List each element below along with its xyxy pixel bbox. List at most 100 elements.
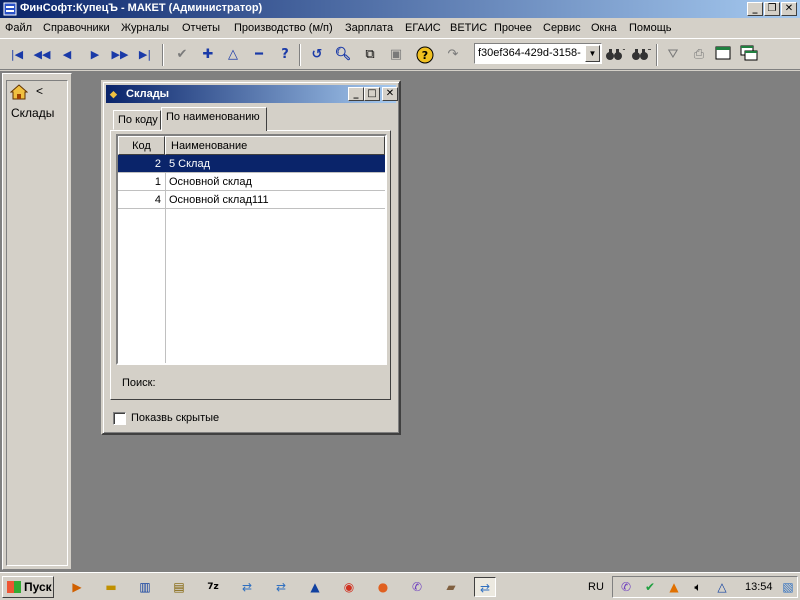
table-row[interactable]: 2 5 Склад: [118, 155, 385, 173]
chrome-icon[interactable]: ◉: [338, 577, 360, 597]
window-title: ФинСофт:КупецЪ - МАКЕТ (Администратор): [20, 2, 263, 14]
menu-references[interactable]: Справочники: [43, 22, 110, 34]
dialog-minimize-button[interactable]: _: [348, 87, 364, 101]
plus-icon[interactable]: ✚: [197, 45, 219, 65]
close-button[interactable]: ✕: [781, 2, 797, 16]
row-code: 2: [154, 158, 161, 170]
firefox-icon[interactable]: ●: [372, 577, 394, 597]
show-hidden-checkbox[interactable]: [113, 412, 126, 425]
redo-icon[interactable]: ↷: [442, 45, 464, 65]
menu-help[interactable]: Помощь: [629, 22, 672, 34]
menu-file[interactable]: Файл: [5, 22, 32, 34]
menu-other[interactable]: Прочее: [494, 22, 532, 34]
volume-icon[interactable]: 🔈︎: [687, 577, 709, 597]
svg-text:−: −: [647, 45, 651, 54]
left-panel-label[interactable]: Склады: [11, 106, 54, 120]
print-icon[interactable]: ⎙: [688, 45, 710, 65]
menu-production[interactable]: Производство (м/п): [234, 22, 333, 34]
windows-flag-icon: [7, 581, 21, 593]
dialog-close-button[interactable]: ✕: [382, 87, 398, 101]
svg-text:?: ?: [422, 49, 428, 62]
question-icon[interactable]: ?: [274, 45, 296, 65]
row-name: Основной склад111: [169, 194, 269, 206]
menu-journals[interactable]: Журналы: [121, 22, 169, 34]
title-bar: ФинСофт:КупецЪ - МАКЕТ (Администратор) _…: [0, 0, 800, 18]
window-icon[interactable]: [712, 45, 734, 65]
toolbar-separator: [162, 44, 164, 66]
next-page-icon[interactable]: ▶▶: [109, 45, 131, 65]
dialog-maximize-button[interactable]: □: [364, 87, 380, 101]
start-button[interactable]: Пуск: [2, 576, 54, 598]
dialog-icon: ◆: [110, 89, 117, 99]
next-icon[interactable]: ▶: [84, 45, 106, 65]
left-panel-inner: [6, 80, 68, 566]
grid-header: Код Наименование: [118, 136, 385, 155]
record-id-value: f30ef364-429d-3158-: [478, 47, 581, 59]
menu-windows[interactable]: Окна: [591, 22, 617, 34]
menu-egais[interactable]: ЕГАИС: [405, 22, 441, 34]
warehouses-grid[interactable]: Код Наименование 2 5 Склад 1 Основной ск…: [116, 134, 387, 365]
prev-page-icon[interactable]: ◀◀: [31, 45, 53, 65]
check-icon[interactable]: ✔: [171, 45, 193, 65]
dialog-title-bar: ◆ Склады _ □ ✕: [106, 85, 398, 103]
folder-icon[interactable]: ▬: [100, 577, 122, 597]
left-panel: < Склады: [2, 73, 72, 570]
menu-salary[interactable]: Зарплата: [345, 22, 393, 34]
media-player-icon[interactable]: ▶: [66, 577, 88, 597]
chevron-down-icon[interactable]: ▼: [585, 45, 600, 62]
tray-network-icon[interactable]: △: [711, 577, 733, 597]
paste-icon[interactable]: ▣: [385, 45, 407, 65]
security-tray-icon[interactable]: ✔: [639, 577, 661, 597]
book-icon[interactable]: ▥: [134, 577, 156, 597]
show-desktop-icon[interactable]: ▧: [777, 577, 799, 597]
mountain-icon[interactable]: ▲: [304, 577, 326, 597]
search-icon[interactable]: 🔍︎: [332, 45, 354, 65]
row-name: 5 Склад: [169, 158, 211, 170]
binoculars-remove-icon[interactable]: −: [630, 45, 654, 65]
viber-tray-icon[interactable]: ✆: [615, 577, 637, 597]
tray-app-icon[interactable]: ▲: [663, 577, 685, 597]
menu-bar: Файл Справочники Журналы Отчеты Производ…: [0, 18, 800, 38]
refresh-icon[interactable]: ↺: [306, 45, 328, 65]
finsoft-task-icon[interactable]: ⇄: [474, 577, 496, 597]
dialog-title: Склады: [126, 88, 170, 100]
copy-icon[interactable]: ⧉: [359, 45, 381, 65]
minus-icon[interactable]: ━: [248, 45, 270, 65]
svg-text:+: +: [622, 45, 625, 54]
toolbar-separator: [299, 44, 301, 66]
column-header-name[interactable]: Наименование: [165, 136, 385, 155]
row-code: 4: [154, 194, 161, 206]
network-icon[interactable]: ⇄: [270, 577, 292, 597]
viber-icon[interactable]: ✆: [406, 577, 428, 597]
home-icon[interactable]: [10, 84, 28, 100]
table-row[interactable]: 4 Основной склад111: [118, 191, 385, 209]
menu-service[interactable]: Сервис: [543, 22, 581, 34]
tab-by-name[interactable]: По наименованию: [161, 107, 267, 131]
filter-icon[interactable]: ⛛: [662, 45, 684, 65]
network-icon[interactable]: ⇄: [236, 577, 258, 597]
language-indicator[interactable]: RU: [588, 581, 604, 593]
clock: 13:54: [745, 581, 773, 593]
notepad-icon[interactable]: ▤: [168, 577, 190, 597]
menu-reports[interactable]: Отчеты: [182, 22, 220, 34]
column-header-code[interactable]: Код: [118, 136, 165, 155]
help-icon[interactable]: ?: [414, 45, 436, 65]
minimize-button[interactable]: _: [747, 2, 763, 16]
show-hidden-label[interactable]: Показвь скрытые: [131, 412, 219, 424]
app-icon[interactable]: ▰: [440, 577, 462, 597]
restore-button[interactable]: ❐: [764, 2, 780, 16]
record-id-combo[interactable]: f30ef364-429d-3158- ▼: [474, 43, 602, 64]
last-icon[interactable]: ▶|: [134, 45, 156, 65]
taskbar: Пуск ▶ ▬ ▥ ▤ 7z ⇄ ⇄ ▲ ◉ ● ✆ ▰ ⇄ RU ✆ ✔ ▲…: [0, 572, 800, 600]
table-row[interactable]: 1 Основной склад: [118, 173, 385, 191]
prev-icon[interactable]: ◀: [56, 45, 78, 65]
menu-vetis[interactable]: ВЕТИС: [450, 22, 487, 34]
binoculars-add-icon[interactable]: +: [604, 45, 629, 65]
tab-by-code[interactable]: По коду: [113, 110, 161, 130]
windows-icon[interactable]: [738, 45, 760, 65]
triangle-icon[interactable]: △: [222, 45, 244, 65]
first-icon[interactable]: |◀: [6, 45, 28, 65]
toolbar: |◀ ◀◀ ◀ ▶ ▶▶ ▶| ✔ ✚ △ ━ ? ↺ 🔍︎ ⧉ ▣ ? ↷ +…: [0, 38, 800, 70]
7zip-icon[interactable]: 7z: [202, 577, 224, 597]
back-button[interactable]: <: [36, 84, 43, 98]
